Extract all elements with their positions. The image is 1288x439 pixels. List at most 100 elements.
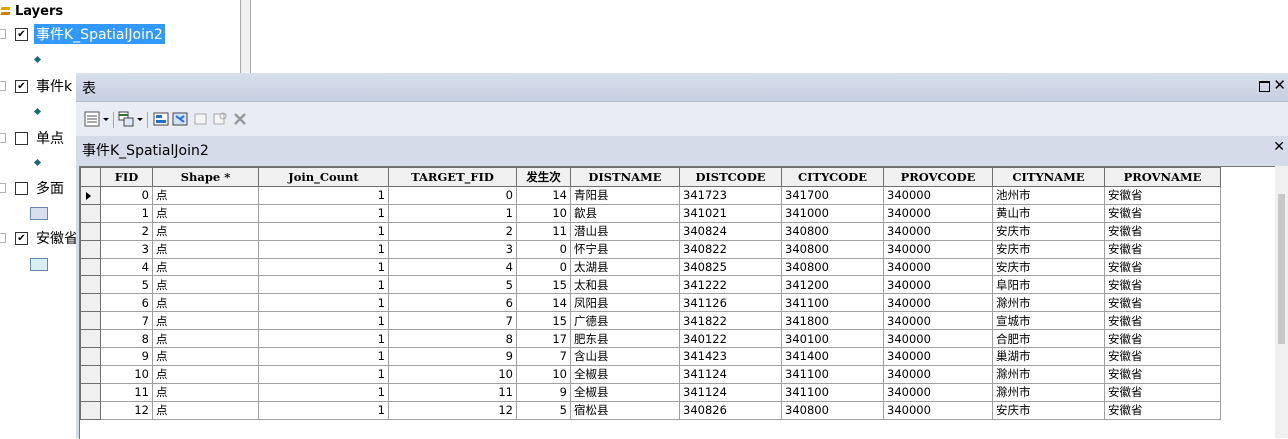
column-header[interactable]: TARGET_FID (388, 167, 517, 187)
cell-distname[interactable]: 潜山县 (570, 221, 680, 241)
cell-join-count[interactable]: 1 (258, 186, 389, 205)
cell-shape[interactable]: 点 (152, 364, 259, 384)
table-row[interactable]: 4 点 1 4 0 太湖县 340825 340800 340000 安庆市 安徽省 (80, 257, 1221, 277)
cell-distcode[interactable]: 341423 (679, 347, 782, 366)
cell-citycode[interactable]: 340100 (781, 329, 884, 349)
cell-provname[interactable]: 安徽省 (1104, 221, 1221, 241)
cell-distname[interactable]: 太湖县 (570, 257, 680, 277)
cell-join-count[interactable]: 1 (258, 364, 389, 384)
cell-target-fid[interactable]: 5 (388, 275, 517, 295)
row-selector[interactable] (80, 347, 101, 366)
table-row[interactable]: 8 点 1 8 17 肥东县 340122 340100 340000 合肥市 安徽省 (80, 329, 1221, 349)
cell-cityname[interactable]: 安庆市 (992, 400, 1105, 420)
cell-cityname[interactable]: 黄山市 (992, 203, 1105, 223)
row-selector[interactable] (80, 311, 101, 331)
cell-count[interactable]: 5 (516, 400, 571, 420)
layer-visibility-checkbox[interactable] (15, 181, 28, 195)
cell-provcode[interactable]: 340000 (883, 311, 993, 331)
row-selector[interactable] (80, 364, 101, 384)
cell-fid[interactable]: 3 (100, 239, 153, 259)
column-header[interactable]: Join_Count (258, 167, 389, 187)
cell-citycode[interactable]: 341200 (781, 275, 884, 295)
cell-distcode[interactable]: 341126 (679, 293, 782, 313)
clear-selection-icon[interactable] (193, 111, 209, 127)
cell-cityname[interactable]: 宣城市 (992, 311, 1105, 331)
tab-table-name[interactable]: 事件K_SpatialJoin2 (82, 140, 209, 160)
cell-cityname[interactable]: 巢湖市 (992, 347, 1105, 366)
layer-label[interactable]: 多面 (34, 178, 66, 198)
cell-fid[interactable]: 12 (100, 400, 153, 420)
collapse-icon[interactable] (0, 81, 6, 91)
cell-fid[interactable]: 6 (100, 293, 153, 313)
cell-citycode[interactable]: 341100 (781, 364, 884, 384)
cell-cityname[interactable]: 池州市 (992, 186, 1105, 205)
cell-distcode[interactable]: 341822 (679, 311, 782, 331)
related-tables-icon[interactable] (118, 111, 134, 127)
cell-count[interactable]: 14 (516, 293, 571, 313)
zoom-to-selected-icon[interactable] (212, 111, 228, 127)
cell-distcode[interactable]: 341723 (679, 186, 782, 205)
cell-join-count[interactable]: 1 (258, 221, 389, 241)
cell-fid[interactable]: 2 (100, 221, 153, 241)
cell-citycode[interactable]: 341100 (781, 382, 884, 402)
cell-provname[interactable]: 安徽省 (1104, 329, 1221, 349)
cell-cityname[interactable]: 安庆市 (992, 221, 1105, 241)
cell-provname[interactable]: 安徽省 (1104, 257, 1221, 277)
cell-shape[interactable]: 点 (152, 275, 259, 295)
cell-count[interactable]: 9 (516, 382, 571, 402)
cell-citycode[interactable]: 340800 (781, 221, 884, 241)
column-header[interactable]: 发生次 (516, 167, 571, 187)
column-header[interactable]: Shape * (152, 167, 259, 187)
cell-citycode[interactable]: 341000 (781, 203, 884, 223)
cell-distname[interactable]: 凤阳县 (570, 293, 680, 313)
cell-provcode[interactable]: 340000 (883, 400, 993, 420)
cell-shape[interactable]: 点 (152, 311, 259, 331)
cell-target-fid[interactable]: 7 (388, 311, 517, 331)
cell-provcode[interactable]: 340000 (883, 275, 993, 295)
cell-target-fid[interactable]: 12 (388, 400, 517, 420)
cell-join-count[interactable]: 1 (258, 382, 389, 402)
cell-distname[interactable]: 青阳县 (570, 186, 680, 205)
cell-provname[interactable]: 安徽省 (1104, 311, 1221, 331)
cell-shape[interactable]: 点 (152, 186, 259, 205)
switch-selection-icon[interactable] (172, 111, 188, 127)
cell-cityname[interactable]: 安庆市 (992, 239, 1105, 259)
layer-visibility-checkbox[interactable]: ✔ (15, 27, 28, 41)
cell-count[interactable]: 11 (516, 221, 571, 241)
cell-fid[interactable]: 4 (100, 257, 153, 277)
cell-provcode[interactable]: 340000 (883, 382, 993, 402)
cell-target-fid[interactable]: 3 (388, 239, 517, 259)
cell-citycode[interactable]: 341100 (781, 293, 884, 313)
cell-fid[interactable]: 1 (100, 203, 153, 223)
cell-provname[interactable]: 安徽省 (1104, 347, 1221, 366)
cell-cityname[interactable]: 合肥市 (992, 329, 1105, 349)
toc-layer-3[interactable]: 多面 (0, 178, 66, 198)
cell-shape[interactable]: 点 (152, 221, 259, 241)
cell-citycode[interactable]: 340800 (781, 400, 884, 420)
table-options-icon[interactable] (84, 111, 100, 127)
cell-distcode[interactable]: 341222 (679, 275, 782, 295)
cell-distcode[interactable]: 340826 (679, 400, 782, 420)
layer-visibility-checkbox[interactable]: ✔ (15, 231, 28, 245)
cell-shape[interactable]: 点 (152, 239, 259, 259)
row-selector[interactable] (80, 203, 101, 223)
cell-target-fid[interactable]: 2 (388, 221, 517, 241)
table-row[interactable]: 12 点 1 12 5 宿松县 340826 340800 340000 安庆市 安徽省 (80, 400, 1221, 420)
cell-distcode[interactable]: 341124 (679, 382, 782, 402)
cell-citycode[interactable]: 340800 (781, 257, 884, 277)
close-tab-icon[interactable]: ✕ (1273, 139, 1285, 155)
cell-cityname[interactable]: 滁州市 (992, 293, 1105, 313)
cell-distname[interactable]: 全椒县 (570, 382, 680, 402)
cell-fid[interactable]: 11 (100, 382, 153, 402)
layer-label[interactable]: 单点 (34, 128, 66, 148)
cell-join-count[interactable]: 1 (258, 347, 389, 366)
cell-shape[interactable]: 点 (152, 203, 259, 223)
cell-fid[interactable]: 8 (100, 329, 153, 349)
row-selector[interactable] (80, 275, 101, 295)
table-row[interactable]: 9 点 1 9 7 含山县 341423 341400 340000 巢湖市 安徽省 (80, 347, 1221, 366)
cell-provcode[interactable]: 340000 (883, 203, 993, 223)
table-row[interactable]: 0 点 1 0 14 青阳县 341723 341700 340000 池州市 安徽省 (80, 186, 1221, 205)
cell-target-fid[interactable]: 4 (388, 257, 517, 277)
table-row[interactable]: 10 点 1 10 10 全椒县 341124 341100 340000 滁州市 安徽省 (80, 364, 1221, 384)
cell-provcode[interactable]: 340000 (883, 257, 993, 277)
